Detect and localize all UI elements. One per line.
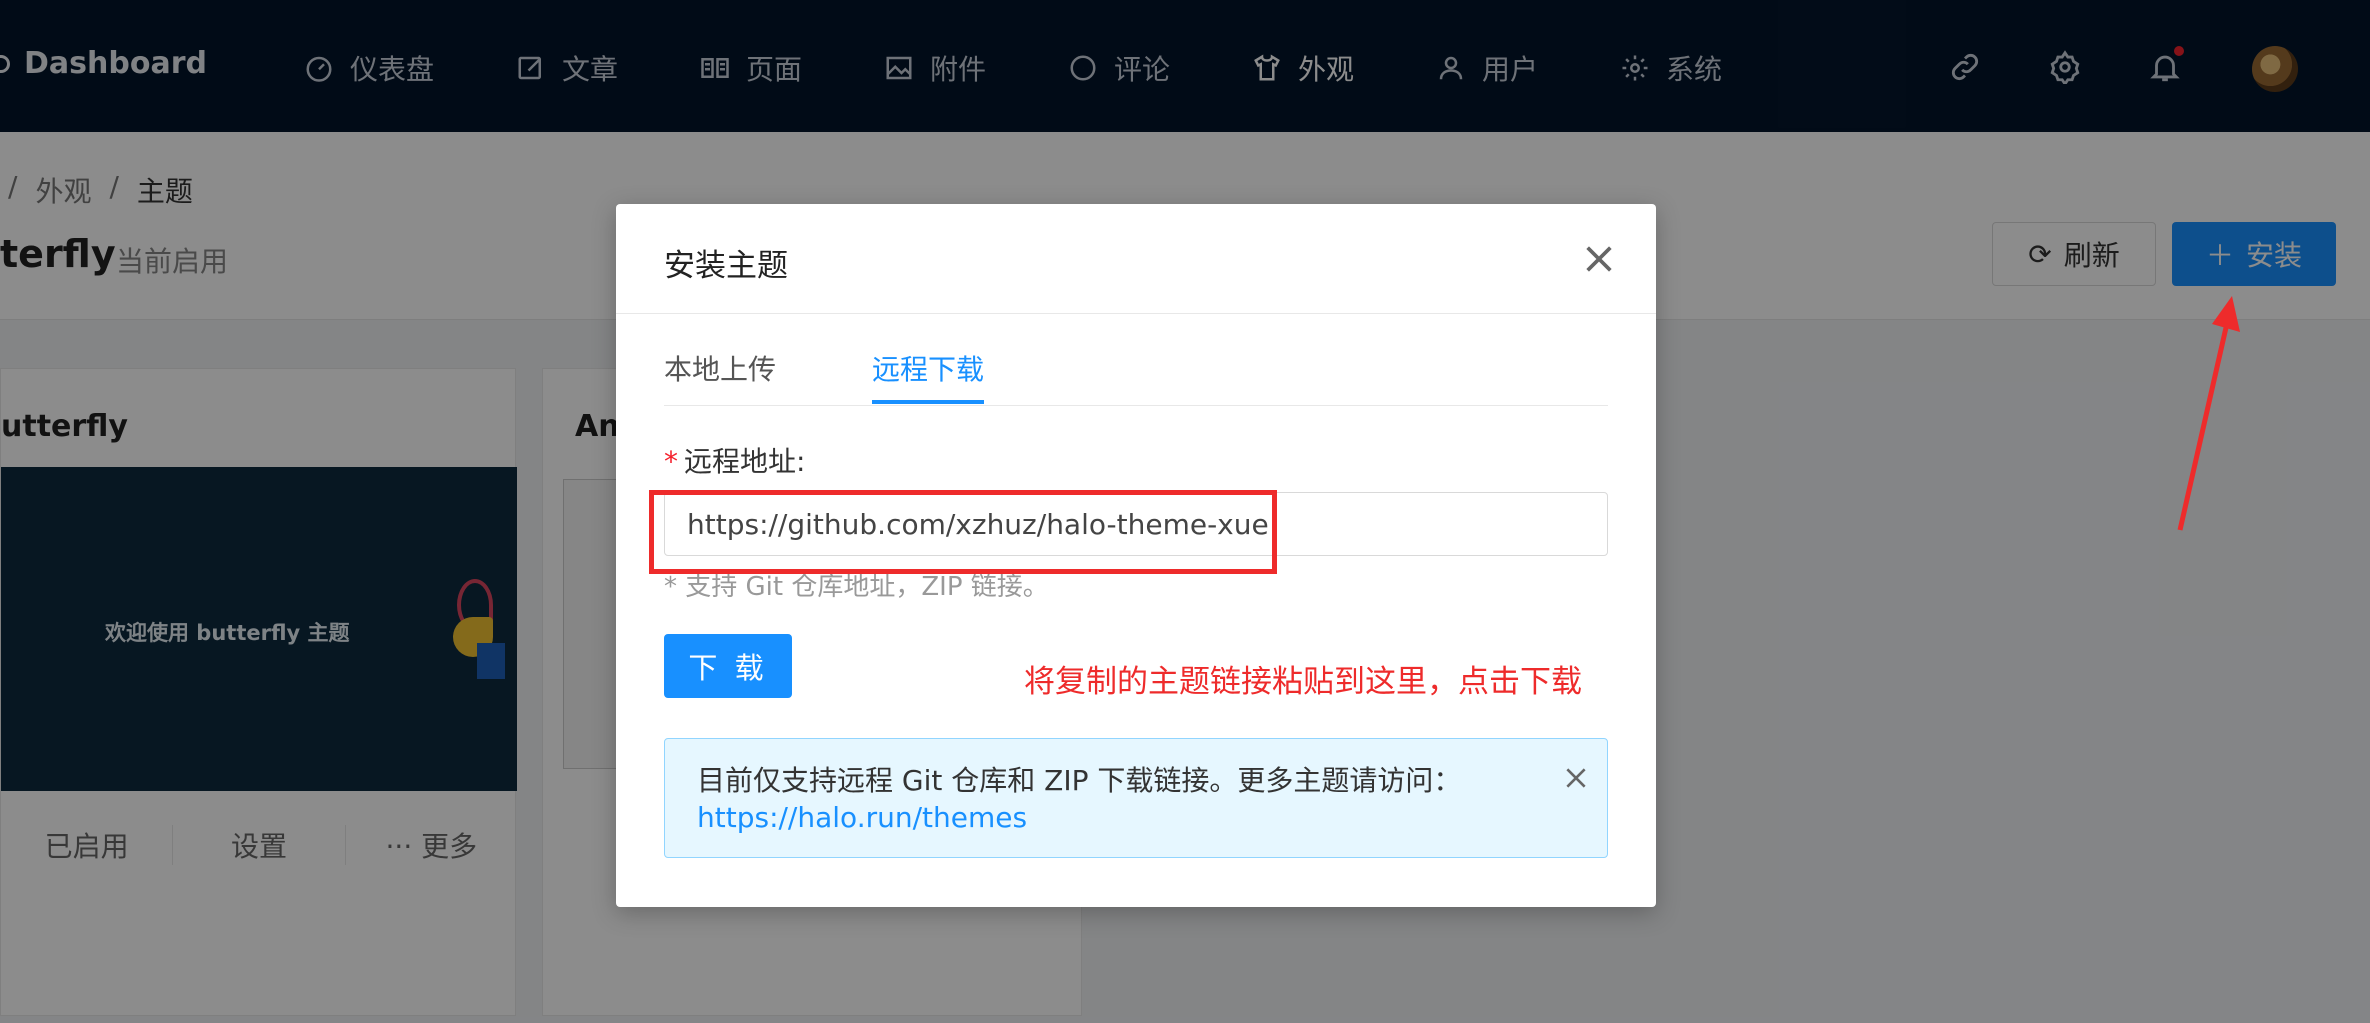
annotation-arrow-icon xyxy=(2177,296,2240,531)
info-alert: 目前仅支持远程 Git 仓库和 ZIP 下载链接。更多主题请访问： https:… xyxy=(664,738,1608,858)
themes-link[interactable]: https://halo.run/themes xyxy=(697,801,1027,834)
modal-close-button[interactable] xyxy=(1582,242,1616,276)
alert-close-button[interactable] xyxy=(1563,765,1589,791)
remote-url-label: * 远程地址: xyxy=(664,445,806,478)
alert-message: 目前仅支持远程 Git 仓库和 ZIP 下载链接。更多主题请访问： xyxy=(697,764,1462,797)
modal-title: 安装主题 xyxy=(664,248,788,284)
tab-remote-download[interactable]: 远程下载 xyxy=(872,348,984,388)
close-icon xyxy=(1566,768,1586,788)
download-button[interactable]: 下 载 xyxy=(664,634,792,698)
modal-header: 安装主题 xyxy=(616,204,1656,314)
install-tabs: 本地上传 远程下载 xyxy=(664,334,1608,406)
close-icon xyxy=(1586,246,1612,272)
annotation-highlight-box xyxy=(649,490,1277,574)
annotation-text: 将复制的主题链接粘贴到这里，点击下载 xyxy=(1024,664,1582,700)
tab-local-upload[interactable]: 本地上传 xyxy=(664,348,776,388)
required-asterisk: * xyxy=(664,445,678,478)
tab-active-indicator xyxy=(872,400,984,404)
